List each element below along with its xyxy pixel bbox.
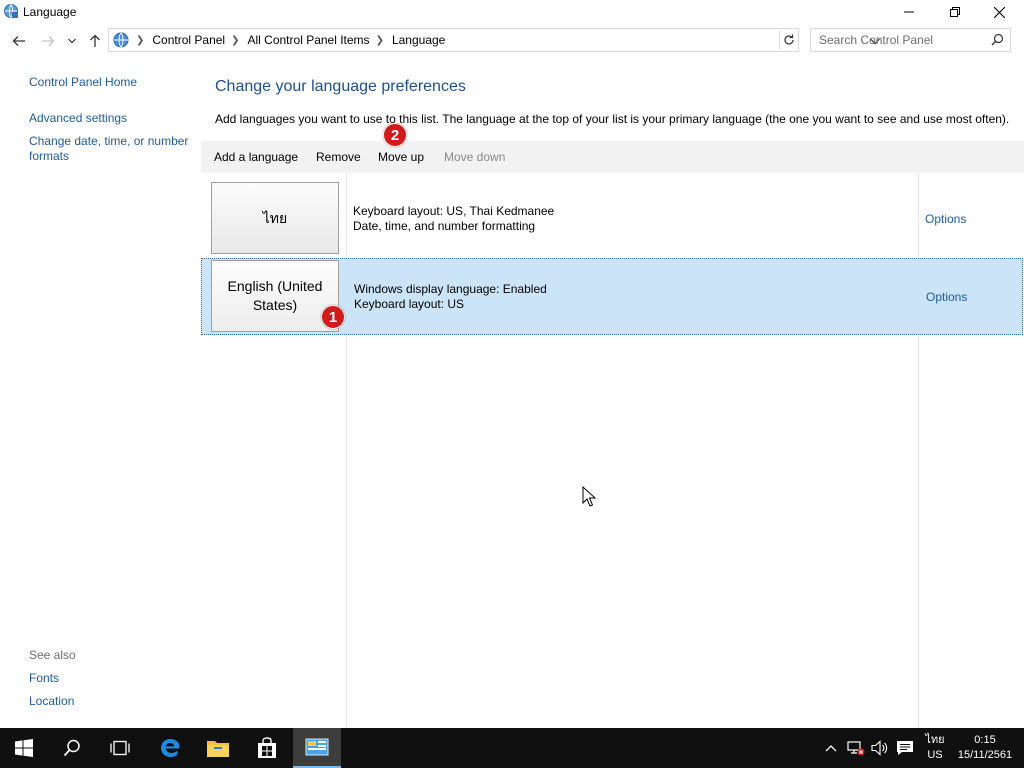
chevron-up-icon [825, 745, 837, 752]
options-link[interactable]: Options [925, 212, 966, 226]
edge-icon [161, 739, 180, 757]
action-center-button[interactable] [894, 728, 916, 768]
show-hidden-icons-button[interactable] [822, 728, 840, 768]
arrow-left-icon [12, 36, 25, 46]
change-date-time-link[interactable]: Change date, time, or number formats [29, 134, 194, 164]
clock-date: 15/11/2561 [957, 749, 1013, 761]
language-details: Keyboard layout: US, Thai Kedmanee Date,… [353, 204, 554, 234]
page-title: Change your language preferences [215, 78, 466, 95]
fonts-link[interactable]: Fonts [29, 671, 59, 686]
clock[interactable]: 0:15 15/11/2561 [952, 728, 1018, 768]
options-link[interactable]: Options [926, 290, 967, 304]
notification-icon [897, 741, 913, 755]
control-panel-icon [113, 32, 129, 48]
breadcrumb-all-items[interactable]: All Control Panel Items [248, 33, 370, 47]
language-detail-line: Date, time, and number formatting [353, 219, 536, 233]
language-detail-line: Windows display language: Enabled [354, 282, 547, 296]
forward-button[interactable] [38, 31, 58, 51]
close-icon [993, 6, 1005, 18]
advanced-settings-link[interactable]: Advanced settings [29, 111, 127, 126]
search-icon[interactable] [991, 33, 1004, 46]
language-detail-line: Keyboard layout: US, Thai Kedmanee [353, 204, 555, 218]
refresh-icon [783, 34, 794, 45]
file-explorer-button[interactable] [194, 728, 242, 768]
language-detail-line: Keyboard layout: US [354, 297, 465, 311]
add-language-button[interactable]: Add a language [214, 150, 298, 164]
windows-logo-icon [15, 739, 33, 757]
title-bar: Language [0, 0, 1024, 26]
language-app-icon [4, 4, 18, 18]
restore-icon [950, 7, 960, 17]
navigation-bar: ❯ Control Panel ❯ All Control Panel Item… [0, 28, 1024, 54]
breadcrumb-control-panel[interactable]: Control Panel [152, 33, 225, 47]
refresh-button[interactable] [779, 31, 797, 49]
search-input[interactable] [819, 33, 979, 47]
store-bag-icon [258, 737, 276, 758]
language-tile[interactable]: ไทย [211, 182, 339, 254]
minimize-button[interactable] [886, 0, 932, 24]
ime-language: ไทย [925, 734, 945, 746]
control-panel-home-link[interactable]: Control Panel Home [29, 75, 137, 90]
ime-layout: US [927, 749, 943, 761]
recent-locations-button[interactable] [62, 31, 82, 51]
remove-button[interactable]: Remove [316, 150, 361, 164]
volume-button[interactable] [870, 728, 890, 768]
move-down-button[interactable]: Move down [444, 150, 505, 164]
annotation-badge-1: 1 [321, 305, 345, 329]
network-disconnected-icon [847, 741, 865, 756]
address-bar[interactable]: ❯ Control Panel ❯ All Control Panel Item… [108, 28, 880, 52]
folder-icon [207, 741, 229, 757]
task-view-button[interactable] [96, 728, 144, 768]
move-up-button[interactable]: Move up [378, 150, 424, 164]
close-button[interactable] [976, 0, 1022, 24]
back-button[interactable] [9, 31, 29, 51]
input-language-indicator[interactable]: ไทย US [922, 728, 948, 768]
task-view-icon [110, 740, 130, 756]
search-box[interactable] [810, 28, 1011, 52]
language-list: ไทย Keyboard layout: US, Thai Kedmanee D… [201, 173, 1024, 728]
control-panel-icon [305, 738, 329, 756]
language-toolbar: Add a language Remove Move up Move down [201, 141, 1024, 173]
mouse-cursor-icon [582, 486, 596, 507]
breadcrumb-language[interactable]: Language [392, 33, 445, 47]
annotation-badge-2: 2 [383, 123, 407, 147]
chevron-down-icon [68, 38, 76, 44]
page-description: Add languages you want to use to this li… [215, 112, 1010, 126]
clock-time: 0:15 [974, 734, 996, 746]
minimize-icon [904, 11, 914, 13]
taskbar-search-button[interactable] [48, 728, 96, 768]
control-panel-taskbar-button[interactable] [293, 728, 341, 768]
see-also-label: See also [29, 648, 76, 662]
arrow-right-icon [42, 36, 55, 46]
search-icon [63, 739, 80, 757]
language-details: Windows display language: Enabled Keyboa… [354, 282, 547, 312]
sidebar: Control Panel Home Advanced settings Cha… [0, 54, 200, 728]
breadcrumb-separator-icon[interactable]: ❯ [376, 35, 384, 46]
speaker-icon [871, 740, 888, 756]
network-status-button[interactable] [846, 728, 866, 768]
language-tile[interactable]: English (United States) [211, 260, 339, 332]
breadcrumb-separator-icon[interactable]: ❯ [231, 35, 239, 46]
location-link[interactable]: Location [29, 694, 74, 709]
taskbar: ไทย US 0:15 15/11/2561 [0, 728, 1024, 768]
language-row-thai[interactable]: ไทย Keyboard layout: US, Thai Kedmanee D… [201, 179, 1023, 257]
start-button[interactable] [0, 728, 48, 768]
arrow-up-icon [90, 34, 100, 47]
breadcrumb-separator-icon: ❯ [136, 34, 145, 46]
edge-browser-button[interactable] [146, 728, 194, 768]
restore-button[interactable] [932, 0, 978, 24]
window-title: Language [23, 5, 77, 19]
store-button[interactable] [243, 728, 291, 768]
up-button[interactable] [85, 31, 105, 51]
